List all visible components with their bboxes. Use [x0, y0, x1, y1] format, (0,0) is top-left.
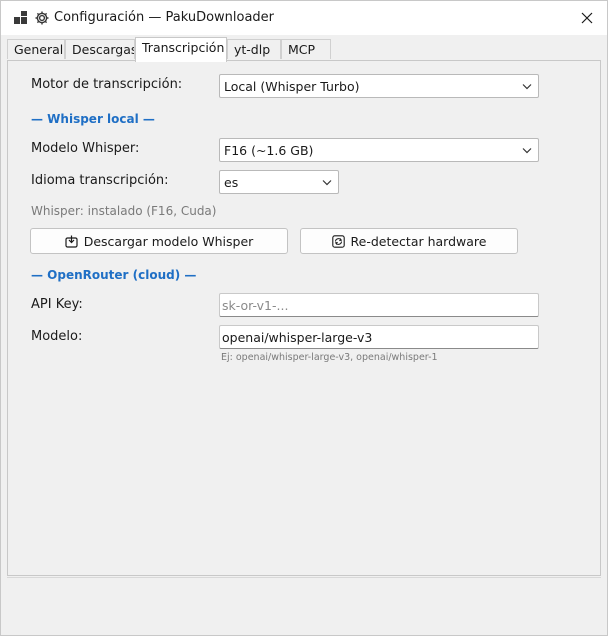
tab-descargas[interactable]: Descargas: [65, 39, 135, 59]
whisper-local-heading: — Whisper local —: [31, 112, 155, 126]
language-value: es: [224, 175, 239, 190]
tab-mcp[interactable]: MCP: [281, 39, 331, 59]
cloud-model-label: Modelo:: [31, 329, 83, 344]
whisper-model-value: F16 (~1.6 GB): [224, 143, 314, 158]
chevron-down-icon: [522, 148, 532, 154]
api-key-input[interactable]: [219, 293, 539, 317]
settings-window: Configuración — PakuDownloader General D…: [0, 0, 608, 636]
footer-divider: [7, 577, 601, 578]
whisper-model-label: Modelo Whisper:: [31, 141, 140, 156]
download-whisper-model-button[interactable]: Descargar modelo Whisper: [30, 228, 288, 254]
gear-icon: [34, 10, 50, 26]
tab-general[interactable]: General: [7, 39, 65, 59]
whisper-model-select[interactable]: F16 (~1.6 GB): [219, 138, 539, 162]
engine-label: Motor de transcripción:: [31, 77, 183, 92]
chevron-down-icon: [322, 180, 332, 186]
redetect-hardware-label: Re-detectar hardware: [350, 233, 487, 249]
language-select[interactable]: es: [219, 170, 339, 194]
redetect-hardware-button[interactable]: Re-detectar hardware: [300, 228, 518, 254]
whisper-status: Whisper: instalado (F16, Cuda): [31, 204, 217, 218]
title-bar[interactable]: Configuración — PakuDownloader: [1, 1, 607, 35]
close-button[interactable]: [567, 1, 607, 35]
download-box-icon: [65, 235, 78, 248]
window-title: Configuración — PakuDownloader: [54, 10, 275, 25]
engine-value: Local (Whisper Turbo): [224, 79, 360, 94]
engine-select[interactable]: Local (Whisper Turbo): [219, 74, 539, 98]
app-grid-icon: [14, 11, 28, 25]
api-key-label: API Key:: [31, 297, 83, 312]
cloud-model-input[interactable]: [219, 325, 539, 349]
cloud-model-hint: Ej: openai/whisper-large-v3, openai/whis…: [221, 352, 438, 363]
language-label: Idioma transcripción:: [31, 173, 169, 188]
refresh-icon: [331, 234, 345, 248]
tab-yt-dlp[interactable]: yt-dlp: [227, 39, 281, 59]
close-icon: [581, 12, 593, 24]
download-whisper-model-label: Descargar modelo Whisper: [83, 233, 254, 249]
openrouter-heading: — OpenRouter (cloud) —: [31, 268, 197, 282]
tab-transcripcion[interactable]: Transcripción: [135, 37, 227, 62]
chevron-down-icon: [522, 84, 532, 90]
